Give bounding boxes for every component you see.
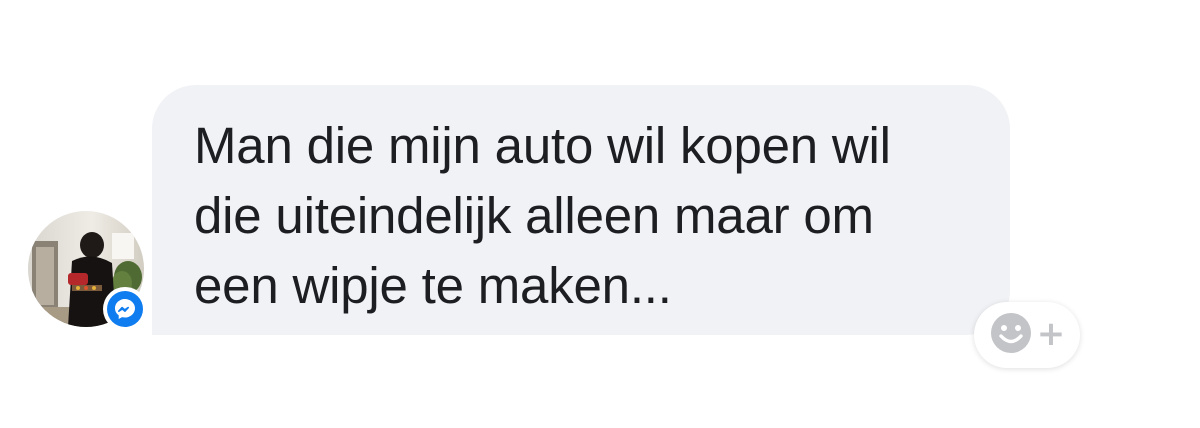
message-bubble[interactable]: Man die mijn auto wil kopen wil die uite…: [152, 85, 1010, 335]
smiley-icon: [989, 311, 1033, 360]
add-reaction-button[interactable]: +: [974, 302, 1080, 368]
messenger-badge: [103, 287, 147, 331]
messenger-icon: [107, 291, 143, 327]
plus-icon: +: [1036, 314, 1066, 354]
message-text: Man die mijn auto wil kopen wil die uite…: [194, 117, 891, 314]
chat-view: Man die mijn auto wil kopen wil die uite…: [0, 0, 1200, 428]
